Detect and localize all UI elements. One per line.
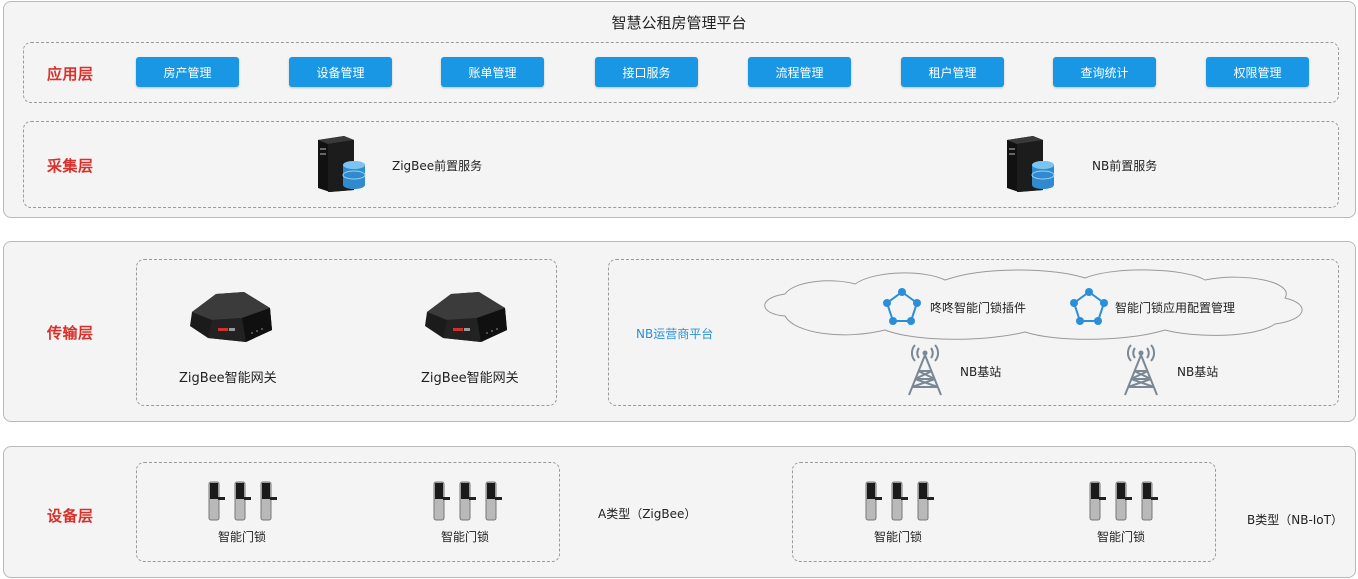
base-station-icon (908, 344, 942, 396)
type-b-label: B类型（NB-IoT） (1247, 513, 1343, 527)
gateway-icon (425, 292, 507, 342)
app-button-billing[interactable]: 账单管理 (441, 57, 544, 87)
plugin-label-2: 智能门锁应用配置管理 (1115, 301, 1236, 315)
app-button-device[interactable]: 设备管理 (289, 57, 392, 87)
server-icon (1007, 136, 1055, 192)
smart-lock-icon (865, 481, 934, 521)
smart-lock-icon (208, 481, 277, 521)
smart-lock-icon (1089, 481, 1158, 521)
smart-lock-label-4: 智能门锁 (1097, 530, 1146, 544)
smart-lock-icon (433, 481, 502, 521)
nb-platform-label: NB运营商平台 (636, 327, 714, 341)
base-station-label-2: NB基站 (1177, 365, 1219, 379)
gateway-icon (190, 292, 272, 342)
app-button-query[interactable]: 查询统计 (1053, 57, 1156, 87)
app-button-permission[interactable]: 权限管理 (1206, 57, 1309, 87)
network-node-icon (1070, 288, 1108, 325)
application-layer-label: 应用层 (47, 65, 94, 83)
base-station-label-1: NB基站 (960, 365, 1002, 379)
app-button-property[interactable]: 房产管理 (136, 57, 239, 87)
smart-lock-label-2: 智能门锁 (441, 530, 490, 544)
platform-title: 智慧公租房管理平台 (611, 14, 747, 32)
server-icon (318, 136, 366, 192)
app-button-tenant[interactable]: 租户管理 (901, 57, 1004, 87)
network-node-icon (883, 288, 921, 325)
zigbee-gateway-label-1: ZigBee智能网关 (179, 371, 277, 386)
type-a-label: A类型（ZigBee） (598, 507, 697, 521)
zigbee-gateway-label-2: ZigBee智能网关 (421, 371, 519, 386)
nb-service-label: NB前置服务 (1092, 159, 1158, 173)
device-layer-label: 设备层 (47, 507, 94, 525)
base-station-icon (1124, 344, 1158, 396)
zigbee-service-label: ZigBee前置服务 (392, 159, 483, 173)
plugin-label-1: 咚咚智能门锁插件 (930, 301, 1027, 315)
smart-lock-label-3: 智能门锁 (874, 530, 923, 544)
app-button-workflow[interactable]: 流程管理 (748, 57, 851, 87)
collection-layer-label: 采集层 (47, 157, 94, 175)
transport-layer-label: 传输层 (47, 324, 94, 342)
app-button-interface[interactable]: 接口服务 (595, 57, 698, 87)
smart-lock-label-1: 智能门锁 (218, 530, 267, 544)
